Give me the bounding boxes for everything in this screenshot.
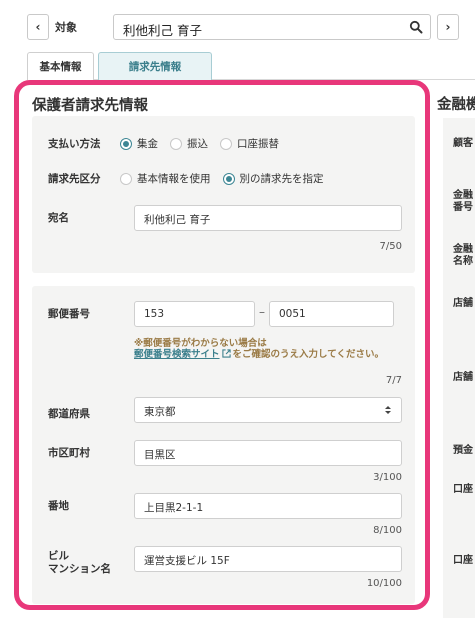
- payment-debit-option[interactable]: 口座振替: [220, 136, 279, 151]
- payment-cash-option[interactable]: 集金: [120, 136, 158, 151]
- tab-basic-info[interactable]: 基本情報: [27, 52, 94, 80]
- previous-button[interactable]: ‹: [27, 14, 49, 40]
- prefecture-select[interactable]: 東京都: [134, 397, 402, 423]
- bank-name-label-1: 金融: [453, 244, 473, 255]
- radio-selected-icon: [222, 172, 235, 185]
- customer-label: 顧客: [453, 138, 473, 149]
- billing-basic-option[interactable]: 基本情報を使用: [120, 171, 211, 186]
- target-label: 対象: [55, 21, 77, 34]
- account-name-label: 口座: [453, 555, 473, 566]
- financial-panel: 顧客 金融 番号 金融 名称 店舗 店舗 預金 口座 口座: [443, 118, 475, 618]
- branch-name-label: 店舗: [453, 372, 473, 383]
- bank-code-label-2: 番号: [453, 202, 473, 213]
- chevron-right-icon: ›: [445, 20, 451, 34]
- select-caret-icon: [385, 406, 391, 414]
- payment-method-group: 集金 振込 口座振替: [120, 136, 291, 151]
- branch-code-label: 店舗: [453, 298, 473, 309]
- city-counter: 3/100: [373, 472, 402, 483]
- payment-method-label: 支払い方法: [48, 138, 101, 150]
- billing-other-option[interactable]: 別の請求先を指定: [222, 171, 324, 186]
- tab-billing-info[interactable]: 請求先情報: [98, 52, 212, 81]
- building-label: ビル マンション名: [48, 550, 111, 575]
- postal-code-first-input[interactable]: 153: [134, 301, 255, 327]
- section-title: 保護者請求先情報: [32, 98, 148, 114]
- billing-basic-panel: 支払い方法 集金 振込 口座振替 請求先区分 基本情報を使用 別の請求先を指定 …: [32, 116, 415, 273]
- account-number-label: 口座: [453, 484, 473, 495]
- postal-counter: 7/7: [385, 375, 402, 386]
- radio-icon: [170, 137, 182, 150]
- postal-separator: –: [259, 305, 265, 319]
- addressee-label: 宛名: [48, 212, 69, 224]
- guardian-billing-card: 保護者請求先情報 支払い方法 集金 振込 口座振替 請求先区分 基本情報を使用 …: [14, 80, 430, 610]
- chevron-left-icon: ‹: [35, 20, 41, 34]
- external-link-icon: [221, 349, 231, 358]
- addressee-counter: 7/50: [379, 241, 402, 252]
- building-input[interactable]: 運営支援ビル 15F: [134, 546, 402, 572]
- bank-name-label-2: 名称: [453, 256, 473, 267]
- postal-code-second-input[interactable]: 0051: [269, 301, 394, 327]
- postal-code-label: 郵便番号: [48, 308, 90, 320]
- address-panel: 郵便番号 153 – 0051 ※郵便番号がわからない場合は 郵便番号検索サイト…: [32, 286, 415, 604]
- radio-selected-icon: [120, 137, 132, 150]
- financial-section-title: 金融機: [437, 97, 475, 113]
- postal-note: ※郵便番号がわからない場合は 郵便番号検索サイト をご確認のうえ入力してください。: [134, 338, 384, 360]
- street-label: 番地: [48, 500, 69, 512]
- prefecture-label: 都道府県: [48, 408, 90, 420]
- city-input[interactable]: 目黒区: [134, 440, 402, 466]
- target-search-value: 利他利己 育子: [123, 23, 202, 38]
- next-button[interactable]: ›: [437, 14, 459, 40]
- billing-type-group: 基本情報を使用 別の請求先を指定: [120, 171, 336, 186]
- radio-icon: [220, 137, 232, 150]
- street-counter: 8/100: [373, 525, 402, 536]
- bank-code-label-1: 金融: [453, 190, 473, 201]
- deposit-type-label: 預金: [453, 445, 473, 456]
- target-selector: ‹ 対象 利他利己 育子 ›: [27, 14, 459, 40]
- city-label: 市区町村: [48, 447, 90, 459]
- street-input[interactable]: 上目黒2-1-1: [134, 493, 402, 519]
- postal-search-link[interactable]: 郵便番号検索サイト: [134, 349, 220, 360]
- billing-type-label: 請求先区分: [48, 173, 101, 185]
- payment-transfer-option[interactable]: 振込: [170, 136, 208, 151]
- tab-bar: 基本情報 請求先情報: [27, 52, 475, 81]
- target-search-input[interactable]: 利他利己 育子: [113, 14, 431, 40]
- radio-icon: [120, 172, 132, 185]
- addressee-input[interactable]: 利他利己 育子: [134, 205, 402, 231]
- building-counter: 10/100: [366, 578, 402, 589]
- search-icon[interactable]: [409, 20, 423, 34]
